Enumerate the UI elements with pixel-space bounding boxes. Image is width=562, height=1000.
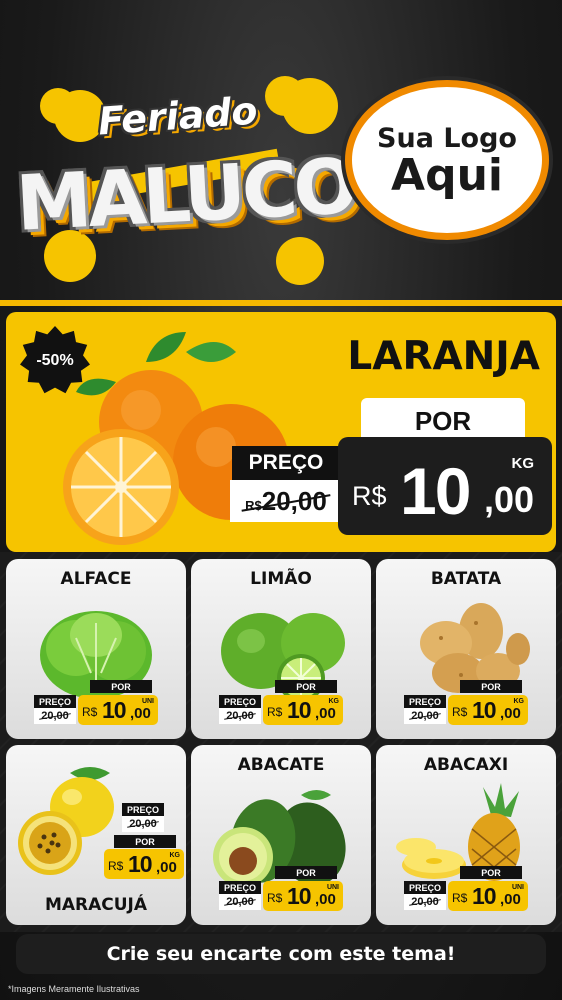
product-name: ABACATE (237, 755, 325, 775)
por-label: POR (460, 680, 522, 693)
logo-line2: Aqui (391, 149, 503, 201)
featured-price-int: 10 (400, 454, 471, 528)
product-card-batata[interactable]: BATATA PREÇO 20,00 POR KG R$ 10 ,00 (376, 559, 556, 739)
currency: R$ (267, 705, 283, 719)
old-price-value: 20,00 (226, 896, 254, 908)
new-price: UNI R$ 10 ,00 (263, 881, 343, 911)
por-label: POR (114, 835, 176, 848)
logo-placeholder[interactable]: Sua Logo Aqui (345, 80, 549, 240)
new-price: KG R$ 10 ,00 (104, 849, 184, 879)
old-price: 20,00 (404, 894, 446, 910)
product-card-limao[interactable]: LIMÃO PREÇO 20,00 POR KG R$ 10 ,00 (191, 559, 371, 739)
por-label: POR (275, 680, 337, 693)
product-name: ABACAXI (423, 755, 509, 775)
title-maluco: MALUCO (13, 141, 357, 248)
new-price: KG R$ 10 ,00 (448, 695, 528, 725)
old-price-text: R$20,00 (245, 486, 327, 517)
discount-text: -50% (36, 352, 74, 369)
featured-currency: R$ (352, 481, 387, 511)
preco-label: PREÇO (219, 695, 261, 708)
currency: R$ (267, 891, 283, 905)
por-label: POR (275, 866, 337, 879)
old-price-currency: R$ (245, 497, 262, 513)
cta-banner[interactable]: Crie seu encarte com este tema! (16, 934, 546, 974)
price-dec: ,00 (130, 705, 151, 722)
old-price-value: 20,00 (261, 485, 327, 516)
unit-label: KG (513, 698, 525, 705)
old-price: 20,00 (122, 816, 164, 832)
price-dec: ,00 (315, 891, 336, 908)
product-card-maracuja[interactable]: PREÇO 20,00 POR KG R$ 10 ,00 MARACUJÁ (6, 745, 186, 925)
por-label: POR (460, 866, 522, 879)
unit-label: KG (328, 698, 340, 705)
product-name: BATATA (430, 569, 502, 589)
currency: R$ (452, 705, 468, 719)
unit-label: KG (169, 852, 181, 859)
flyer-page: Feriado MALUCO Sua Logo Aqui -50% LARANJ… (0, 0, 562, 1000)
old-price: 20,00 (404, 708, 446, 724)
disclaimer: *Imagens Meramente Ilustrativas (8, 984, 140, 994)
old-price: 20,00 (219, 894, 261, 910)
product-card-abacate[interactable]: ABACATE PREÇO 20,00 POR UNI R$ 10 ,00 (191, 745, 371, 925)
old-price-value: 20,00 (41, 710, 69, 722)
featured-product-name: LARANJA (347, 334, 540, 379)
product-card-abacaxi[interactable]: ABACAXI PREÇO 20,00 POR UNI R$ 10 ,00 (376, 745, 556, 925)
old-price: 20,00 (34, 708, 76, 724)
featured-price-dec: ,00 (484, 479, 535, 520)
preco-label: PREÇO (404, 881, 446, 894)
price-int: 10 (287, 883, 312, 909)
currency: R$ (108, 859, 124, 873)
product-card-alface[interactable]: ALFACE PREÇO 20,00 POR UNI R$ 10 ,00 (6, 559, 186, 739)
price-int: 10 (102, 697, 127, 723)
price-dec: ,00 (315, 705, 336, 722)
old-price-value: 20,00 (411, 896, 439, 908)
unit-label: UNI (326, 884, 339, 891)
old-price-value: 20,00 (226, 710, 254, 722)
old-price-value: 20,00 (411, 710, 439, 722)
new-price: UNI R$ 10 ,00 (78, 695, 158, 725)
featured-new-price: KG R$ 10 ,00 (338, 437, 552, 535)
preco-label: PREÇO (219, 881, 261, 894)
new-price: UNI R$ 10 ,00 (448, 881, 528, 911)
price-int: 10 (472, 697, 497, 723)
product-name: MARACUJÁ (44, 895, 148, 915)
price-dec: ,00 (156, 859, 177, 876)
old-price: 20,00 (219, 708, 261, 724)
featured-old-price: R$20,00 (230, 480, 342, 522)
logo-line1: Sua Logo (377, 122, 517, 154)
featured-unit: KG (511, 455, 535, 472)
new-price: KG R$ 10 ,00 (263, 695, 343, 725)
unit-label: UNI (141, 698, 154, 705)
featured-preco-label: PREÇO (232, 446, 340, 480)
price-dec: ,00 (500, 891, 521, 908)
preco-label: PREÇO (404, 695, 446, 708)
unit-label: UNI (511, 884, 524, 891)
price-dec: ,00 (500, 705, 521, 722)
currency: R$ (452, 891, 468, 905)
por-label: POR (90, 680, 152, 693)
preco-label: PREÇO (122, 803, 164, 816)
currency: R$ (82, 705, 98, 719)
header-divider (0, 300, 562, 306)
product-name: LIMÃO (250, 569, 312, 589)
price-int: 10 (128, 851, 153, 877)
old-price-value: 20,00 (129, 818, 157, 830)
header: Feriado MALUCO Sua Logo Aqui (0, 0, 562, 300)
product-name: ALFACE (60, 569, 132, 589)
price-int: 10 (472, 883, 497, 909)
preco-label: PREÇO (34, 695, 76, 708)
featured-product[interactable]: -50% LARANJA POR PREÇO R$20,00 KG R$ 10 … (6, 312, 556, 552)
price-int: 10 (287, 697, 312, 723)
